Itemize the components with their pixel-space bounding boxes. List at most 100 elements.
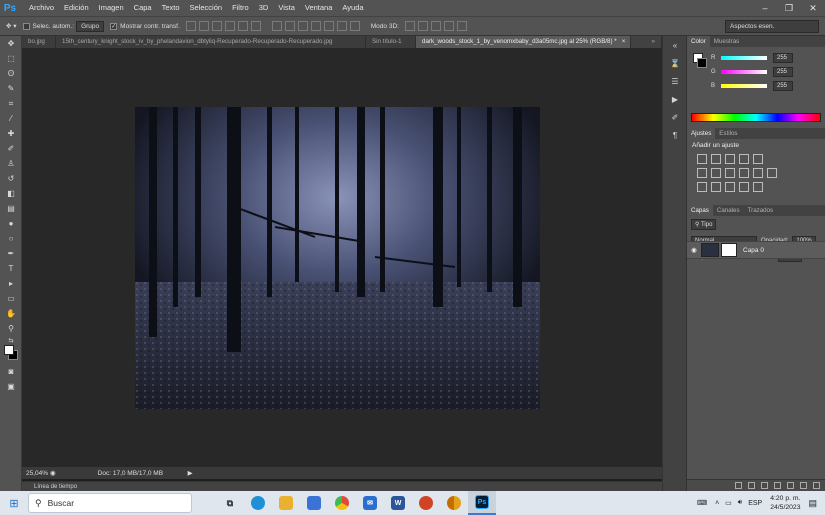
screen-mode-icon[interactable]: ▣: [0, 379, 22, 394]
tab-dark-woods[interactable]: dark_woods_stock_1_by_venomxbaby_d3a05mc…: [416, 36, 631, 48]
healing-brush-tool-icon[interactable]: ✚: [0, 126, 22, 141]
actions-panel-icon[interactable]: ▶: [663, 90, 687, 108]
menu-edicion[interactable]: Edición: [59, 0, 94, 16]
minimize-button[interactable]: –: [753, 0, 777, 16]
color-spectrum[interactable]: [691, 113, 821, 122]
auto-align-icon[interactable]: [349, 21, 360, 31]
collapse-arrows-icon[interactable]: «: [663, 36, 687, 54]
quick-select-tool-icon[interactable]: ✎: [0, 81, 22, 96]
layer-filter-dropdown[interactable]: ⚲ Tipo: [691, 219, 717, 230]
align-left-icon[interactable]: [224, 21, 235, 31]
eyedropper-tool-icon[interactable]: ⁄: [0, 111, 22, 126]
move-tool-icon[interactable]: ✥: [0, 36, 22, 51]
menu-texto[interactable]: Texto: [157, 0, 185, 16]
distribute-top-icon[interactable]: [271, 21, 282, 31]
invert-icon[interactable]: [697, 182, 707, 192]
status-info-icon[interactable]: ◉: [50, 469, 56, 477]
blur-tool-icon[interactable]: ●: [0, 216, 22, 231]
new-layer-icon[interactable]: [800, 482, 807, 489]
crop-tool-icon[interactable]: ⌗: [0, 96, 22, 111]
chrome-icon[interactable]: [328, 491, 356, 515]
keyboard-icon[interactable]: ⌨: [697, 499, 707, 507]
roll-3d-icon[interactable]: [417, 21, 428, 31]
menu-3d[interactable]: 3D: [254, 0, 274, 16]
chrome-canary-icon[interactable]: [440, 491, 468, 515]
selective-color-icon[interactable]: [753, 182, 763, 192]
tab-color[interactable]: Color: [687, 36, 710, 47]
zoom-tool-icon[interactable]: ⚲: [0, 321, 22, 336]
layer-mask-thumbnail[interactable]: [721, 243, 737, 257]
menu-ayuda[interactable]: Ayuda: [337, 0, 368, 16]
photo-filter-icon[interactable]: [739, 168, 749, 178]
type-tool-icon[interactable]: T: [0, 261, 22, 276]
menu-imagen[interactable]: Imagen: [94, 0, 129, 16]
distribute-left-icon[interactable]: [310, 21, 321, 31]
add-mask-icon[interactable]: [761, 482, 768, 489]
distribute-bottom-icon[interactable]: [297, 21, 308, 31]
blue-value[interactable]: 255: [773, 81, 793, 91]
menu-capa[interactable]: Capa: [129, 0, 157, 16]
link-layers-icon[interactable]: [735, 482, 742, 489]
word-icon[interactable]: W: [384, 491, 412, 515]
new-adjustment-icon[interactable]: [774, 482, 781, 489]
align-top-icon[interactable]: [185, 21, 196, 31]
dark-woods-image[interactable]: [135, 107, 540, 409]
tab-knight[interactable]: 15th_century_knight_stock_iv_by_phelanda…: [56, 36, 366, 48]
mail-icon[interactable]: ✉: [356, 491, 384, 515]
green-value[interactable]: 255: [773, 67, 793, 77]
color-lookup-icon[interactable]: [767, 168, 777, 178]
store-icon[interactable]: [300, 491, 328, 515]
character-panel-icon[interactable]: ¶: [663, 126, 687, 144]
menu-ventana[interactable]: Ventana: [300, 0, 338, 16]
path-select-tool-icon[interactable]: ▸: [0, 276, 22, 291]
menu-seleccion[interactable]: Selección: [185, 0, 228, 16]
swap-colors-icon[interactable]: ⇆: [0, 336, 22, 344]
tab-trazados[interactable]: Trazados: [744, 205, 778, 216]
menu-vista[interactable]: Vista: [273, 0, 300, 16]
levels-icon[interactable]: [711, 154, 721, 164]
zoom-level[interactable]: 25,04%: [22, 470, 50, 477]
canvas-area[interactable]: [22, 48, 662, 467]
exposure-icon[interactable]: [739, 154, 749, 164]
threshold-icon[interactable]: [725, 182, 735, 192]
brightness-icon[interactable]: [697, 154, 707, 164]
distribute-hcenter-icon[interactable]: [323, 21, 334, 31]
black-white-icon[interactable]: [725, 168, 735, 178]
visibility-eye-icon[interactable]: ◉: [687, 246, 701, 254]
notifications-icon[interactable]: ▤: [808, 498, 817, 509]
quick-mask-icon[interactable]: ◙: [0, 364, 22, 379]
move-tool-preset[interactable]: ✥ ▾: [6, 22, 17, 30]
network-icon[interactable]: ▭: [725, 499, 732, 507]
dodge-tool-icon[interactable]: ○: [0, 231, 22, 246]
status-menu-arrow-icon[interactable]: ▶: [188, 469, 193, 477]
color-balance-icon[interactable]: [711, 168, 721, 178]
powerpoint-icon[interactable]: [412, 491, 440, 515]
brush-tool-icon[interactable]: ✐: [0, 141, 22, 156]
close-tab-icon[interactable]: ×: [622, 38, 626, 45]
tab-estilos[interactable]: Estilos: [715, 128, 741, 139]
layer-item[interactable]: ◉ Capa 0: [687, 241, 825, 259]
auto-select-option[interactable]: Selec. autom.: Grupo: [22, 20, 105, 32]
curves-icon[interactable]: [725, 154, 735, 164]
hand-tool-icon[interactable]: ✋: [0, 306, 22, 321]
gradient-tool-icon[interactable]: ▤: [0, 201, 22, 216]
close-button[interactable]: ✕: [801, 0, 825, 16]
file-explorer-icon[interactable]: [272, 491, 300, 515]
blue-slider[interactable]: [721, 84, 767, 88]
tab-canales[interactable]: Canales: [713, 205, 744, 216]
task-view-icon[interactable]: ⧉: [216, 491, 244, 515]
new-group-icon[interactable]: [787, 482, 794, 489]
channel-mixer-icon[interactable]: [753, 168, 763, 178]
windows-start-icon[interactable]: ⊞: [0, 491, 28, 515]
distribute-vcenter-icon[interactable]: [284, 21, 295, 31]
language-indicator[interactable]: ESP: [748, 500, 762, 507]
restore-button[interactable]: ❐: [777, 0, 801, 16]
clone-stamp-tool-icon[interactable]: ♙: [0, 156, 22, 171]
show-transform-checkbox[interactable]: ✓: [110, 22, 118, 30]
properties-panel-icon[interactable]: ☰: [663, 72, 687, 90]
green-slider[interactable]: [721, 70, 767, 74]
taskbar-search[interactable]: ⚲ Buscar: [28, 493, 192, 513]
align-hcenter-icon[interactable]: [237, 21, 248, 31]
foreground-color-swatch[interactable]: [4, 345, 14, 355]
tab-sin-titulo[interactable]: Sin título-1: [366, 36, 416, 48]
